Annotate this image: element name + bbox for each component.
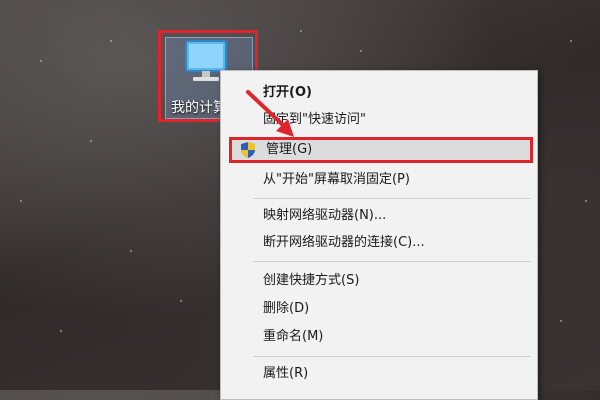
menu-separator [253, 198, 531, 199]
context-menu: 打开(O) 固定到"快速访问" 管理(G) 从"开始"屏幕取消固定(P) 映射网… [220, 70, 538, 400]
menu-item-create-shortcut[interactable]: 创建快捷方式(S) [221, 268, 537, 294]
menu-item-manage[interactable]: 管理(G) [229, 137, 533, 163]
menu-item-disconnect-network-drive[interactable]: 断开网络驱动器的连接(C)... [221, 230, 537, 256]
menu-item-map-network-drive[interactable]: 映射网络驱动器(N)... [221, 203, 537, 229]
uac-shield-icon [241, 142, 255, 158]
menu-item-unpin-start[interactable]: 从"开始"屏幕取消固定(P) [221, 167, 537, 193]
menu-separator [253, 356, 531, 357]
menu-item-properties[interactable]: 属性(R) [221, 361, 537, 387]
menu-item-open[interactable]: 打开(O) [221, 80, 537, 106]
menu-separator [253, 261, 531, 262]
menu-item-pin-quick-access[interactable]: 固定到"快速访问" [221, 107, 537, 133]
menu-item-rename[interactable]: 重命名(M) [221, 324, 537, 350]
menu-item-manage-label: 管理(G) [266, 142, 313, 157]
menu-item-delete[interactable]: 删除(D) [221, 296, 537, 322]
